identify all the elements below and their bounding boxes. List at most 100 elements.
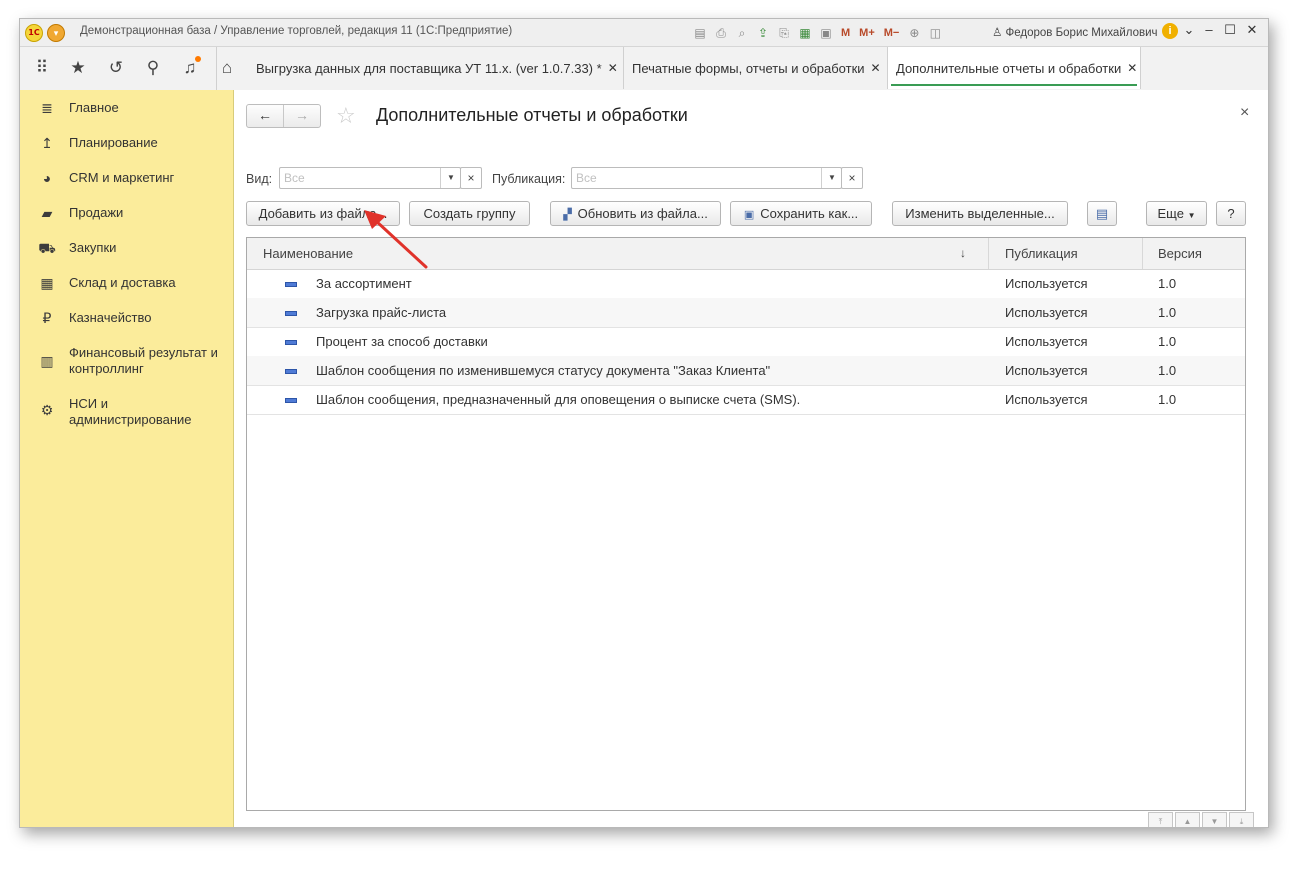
update-from-file-label: Обновить из файла... bbox=[577, 206, 708, 221]
sidebar-item-label: Казначейство bbox=[69, 310, 152, 325]
close-window-icon[interactable]: ✕ bbox=[1243, 22, 1261, 38]
info-dropdown-icon[interactable]: ⌄ bbox=[1180, 22, 1198, 38]
preview-icon[interactable]: ⌕ bbox=[734, 25, 750, 41]
sort-arrow-icon[interactable]: ↓ bbox=[960, 238, 966, 269]
column-header-version[interactable]: Версия bbox=[1158, 238, 1202, 269]
memory-m-button[interactable]: M bbox=[839, 25, 852, 41]
cell-name: Шаблон сообщения, предназначенный для оп… bbox=[316, 392, 801, 407]
panels-icon[interactable]: ◫ bbox=[927, 25, 943, 41]
print-preview-icon[interactable]: ⎘ bbox=[776, 25, 792, 41]
table-pager: ⤒ ▲ ▼ ⤓ bbox=[1148, 812, 1254, 827]
print-icon[interactable]: ⎙ bbox=[713, 25, 729, 41]
app-window: 1С ▾ Демонстрационная база / Управление … bbox=[19, 18, 1269, 828]
history-nav: ← → bbox=[246, 104, 321, 128]
sidebar-item-label: Склад и доставка bbox=[69, 275, 176, 290]
column-divider bbox=[1142, 238, 1143, 269]
vid-placeholder: Все bbox=[284, 171, 305, 185]
home-icon[interactable]: ⌂ bbox=[216, 56, 238, 80]
tab-close-icon[interactable]: ✕ bbox=[608, 61, 618, 75]
help-button[interactable]: ? bbox=[1216, 201, 1246, 226]
chevron-down-icon[interactable]: ▼ bbox=[440, 168, 461, 188]
user-name-label: Федоров Борис Михайлович bbox=[1005, 27, 1158, 39]
table-row[interactable]: Загрузка прайс-листа Используется 1.0 bbox=[247, 298, 1245, 328]
zoom-icon[interactable]: ⊕ bbox=[906, 25, 922, 41]
cart-icon: ⛟ bbox=[38, 240, 56, 256]
cell-name: Загрузка прайс-листа bbox=[316, 305, 447, 320]
table-row[interactable]: Шаблон сообщения по изменившемуся статус… bbox=[247, 356, 1245, 386]
user-icon: ♙ bbox=[992, 27, 1003, 39]
vid-clear-icon[interactable]: × bbox=[460, 167, 482, 189]
table-row[interactable]: Процент за способ доставки Используется … bbox=[247, 327, 1245, 357]
main-menu-dropdown-icon[interactable]: ▾ bbox=[47, 24, 65, 42]
shopping-bag-icon: ▰ bbox=[41, 205, 53, 221]
tab-label: Дополнительные отчеты и обработки bbox=[896, 60, 1122, 76]
calendar-icon[interactable]: ▣ bbox=[818, 25, 834, 41]
search-icon[interactable]: ⚲ bbox=[141, 56, 165, 80]
cell-name: За ассортимент bbox=[316, 276, 412, 291]
report-item-icon bbox=[285, 282, 297, 287]
tab-close-icon[interactable]: ✕ bbox=[1127, 61, 1137, 75]
save-icon[interactable]: ▤ bbox=[692, 25, 708, 41]
tabs-bar: ⠿ ★ ↺ ⚲ ♫ ⌂ Выгрузка данных для поставщи… bbox=[20, 47, 1268, 91]
chevron-down-icon: ▼ bbox=[1187, 211, 1196, 220]
report-item-icon bbox=[285, 369, 297, 374]
sidebar-item-label: Закупки bbox=[69, 240, 117, 255]
notifications-bell-icon[interactable]: ♫ bbox=[178, 56, 202, 80]
table-row[interactable]: За ассортимент Используется 1.0 bbox=[247, 269, 1245, 299]
report-item-icon bbox=[285, 311, 297, 316]
tab-pechatnye-formy[interactable]: Печатные формы, отчеты и обработки ✕ bbox=[624, 47, 888, 89]
close-form-icon[interactable]: × bbox=[1240, 104, 1249, 122]
publication-label: Публикация: bbox=[492, 172, 566, 186]
update-from-file-button[interactable]: ▞ Обновить из файла... bbox=[550, 201, 721, 226]
forward-arrow-icon[interactable]: → bbox=[284, 105, 320, 127]
cell-version: 1.0 bbox=[1158, 276, 1177, 291]
memory-plus-button[interactable]: M+ bbox=[857, 25, 877, 41]
tab-dop-otchety[interactable]: Дополнительные отчеты и обработки ✕ bbox=[888, 47, 1141, 89]
update-file-icon: ▞ bbox=[563, 209, 572, 221]
memory-minus-button[interactable]: M− bbox=[882, 25, 902, 41]
cell-publication: Используется bbox=[1005, 363, 1088, 378]
info-icon[interactable]: i bbox=[1162, 23, 1178, 39]
favorite-star-icon[interactable]: ☆ bbox=[336, 103, 356, 129]
cell-version: 1.0 bbox=[1158, 334, 1177, 349]
maximize-icon[interactable]: ☐ bbox=[1221, 22, 1239, 38]
planning-icon: ↥ bbox=[41, 135, 53, 151]
scroll-top-icon[interactable]: ⤒ bbox=[1148, 812, 1173, 827]
save-as-button[interactable]: ▣ Сохранить как... bbox=[730, 201, 872, 226]
cell-name: Процент за способ доставки bbox=[316, 334, 488, 349]
menu-lines-icon: ≣ bbox=[41, 100, 53, 116]
user-name[interactable]: ♙ Федоров Борис Михайлович bbox=[992, 25, 1158, 39]
page-title: Дополнительные отчеты и обработки bbox=[376, 105, 688, 125]
scroll-up-icon[interactable]: ▲ bbox=[1175, 812, 1200, 827]
publication-select[interactable]: Все ▼ bbox=[571, 167, 842, 189]
tab-vygruzka[interactable]: Выгрузка данных для поставщика УТ 11.x. … bbox=[248, 47, 624, 89]
tab-close-icon[interactable]: ✕ bbox=[871, 61, 881, 75]
more-button[interactable]: Еще ▼ bbox=[1146, 201, 1207, 226]
publication-clear-icon[interactable]: × bbox=[841, 167, 863, 189]
scroll-bottom-icon[interactable]: ⤓ bbox=[1229, 812, 1254, 827]
change-selected-button[interactable]: Изменить выделенные... bbox=[892, 201, 1068, 226]
list-settings-button[interactable]: ▤ bbox=[1087, 201, 1117, 226]
vid-select[interactable]: Все ▼ bbox=[279, 167, 461, 189]
title-toolbar: ▤ ⎙ ⌕ ⇪ ⎘ ▦ ▣ M M+ M− ⊕ ◫ bbox=[692, 23, 943, 42]
column-header-name[interactable]: Наименование bbox=[263, 238, 353, 269]
sidebar-item-label: CRM и маркетинг bbox=[69, 170, 175, 185]
upload-icon[interactable]: ⇪ bbox=[755, 25, 771, 41]
warehouse-icon: ▦ bbox=[40, 275, 54, 291]
history-icon[interactable]: ↺ bbox=[104, 56, 128, 80]
table-row[interactable]: Шаблон сообщения, предназначенный для оп… bbox=[247, 385, 1245, 415]
back-arrow-icon[interactable]: ← bbox=[247, 105, 284, 127]
sidebar-item-label: Планирование bbox=[69, 135, 158, 150]
scroll-down-icon[interactable]: ▼ bbox=[1202, 812, 1227, 827]
floppy-icon: ▣ bbox=[743, 209, 755, 221]
window-title: Демонстрационная база / Управление торго… bbox=[80, 25, 513, 37]
create-group-button[interactable]: Создать группу bbox=[409, 201, 530, 226]
calculator-icon[interactable]: ▦ bbox=[797, 25, 813, 41]
chevron-down-icon[interactable]: ▼ bbox=[821, 168, 842, 188]
favorites-star-icon[interactable]: ★ bbox=[66, 56, 90, 80]
apps-grid-icon[interactable]: ⠿ bbox=[30, 56, 54, 80]
minimize-icon[interactable]: – bbox=[1200, 22, 1218, 37]
sidebar-item-label: Продажи bbox=[69, 205, 124, 220]
add-from-file-button[interactable]: Добавить из файла... bbox=[246, 201, 400, 226]
column-header-publication[interactable]: Публикация bbox=[1005, 238, 1078, 269]
